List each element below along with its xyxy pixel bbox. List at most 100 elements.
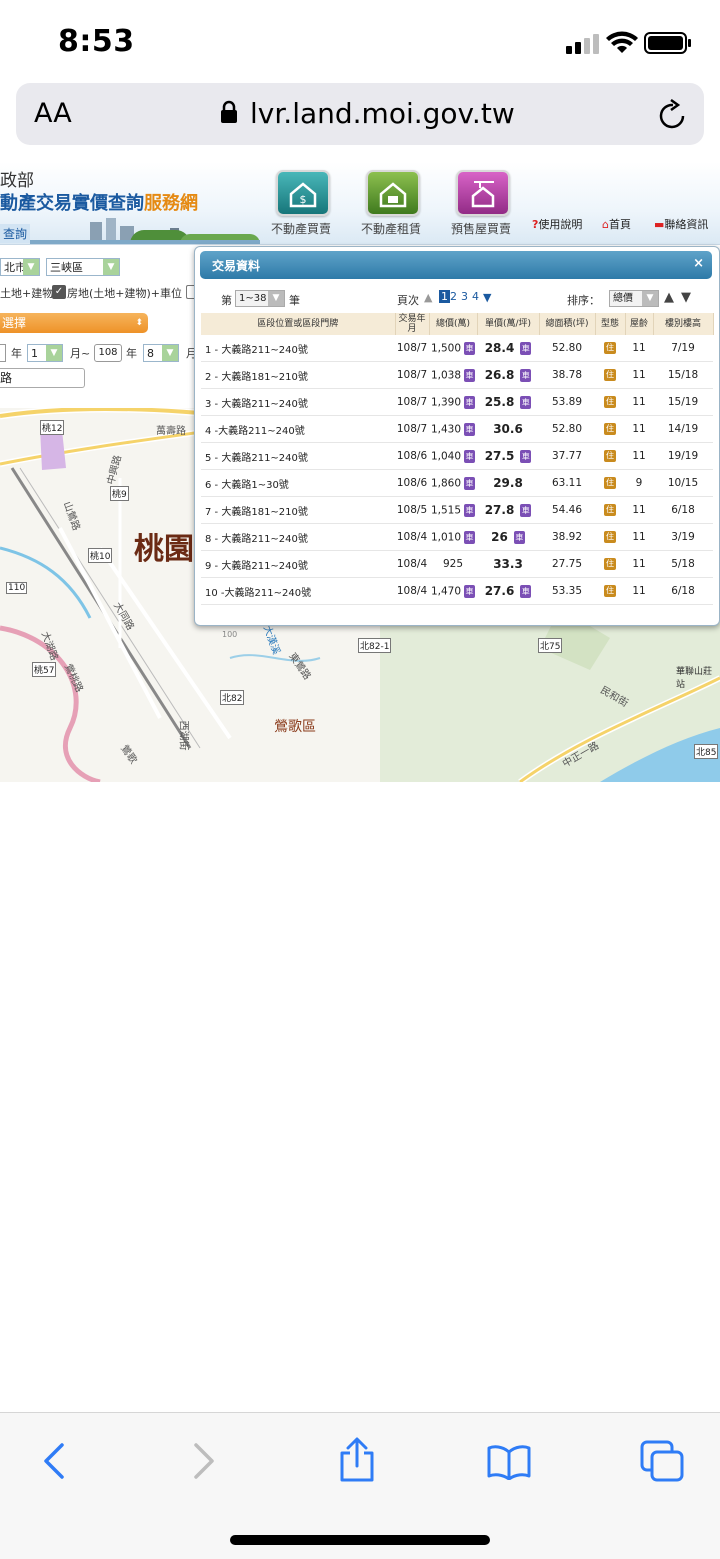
col-header-total[interactable]: 總價(萬) xyxy=(429,313,478,335)
range-select[interactable]: 1~38 ▼ xyxy=(235,290,285,307)
col-header-area[interactable]: 總面積(坪) xyxy=(539,313,596,335)
district-select[interactable]: 三峽區 ▼ xyxy=(46,258,120,276)
page-prev-icon[interactable]: ▲ xyxy=(424,291,432,304)
residential-badge-icon[interactable]: 住 xyxy=(604,450,616,462)
table-row[interactable]: 2 - 大義路181~210號 108/7 1,038 車 26.8 車 38.78 住 11 1… xyxy=(201,361,713,389)
residential-badge-icon[interactable]: 住 xyxy=(604,396,616,408)
forward-arrow-icon[interactable] xyxy=(190,1442,218,1480)
residential-badge-icon[interactable]: 住 xyxy=(604,504,616,516)
reload-icon[interactable] xyxy=(656,99,690,133)
route-label: 北75 xyxy=(538,638,563,653)
parking-badge-icon[interactable]: 車 xyxy=(520,396,532,410)
sort-desc-icon[interactable]: ▼ xyxy=(681,290,691,305)
end-month-select[interactable]: 8 ▼ xyxy=(143,344,179,362)
table-row[interactable]: 4 -大義路211~240號 108/7 1,430 車 30.6 52.80 住 11 14/… xyxy=(201,415,713,443)
text-size-button[interactable]: AA xyxy=(34,98,72,129)
dialog-title-bar[interactable]: 交易資料 × xyxy=(200,251,712,279)
close-icon[interactable]: × xyxy=(693,256,704,271)
month-to-label: 月~ xyxy=(70,347,91,360)
url-text[interactable]: lvr.land.moi.gov.tw xyxy=(250,97,515,130)
address-cell[interactable]: 1 - 大義路211~240號 xyxy=(201,335,395,362)
rent-nav-label[interactable]: 不動產租賃 xyxy=(341,220,441,237)
start-month-select[interactable]: 1 ▼ xyxy=(27,344,63,362)
residential-badge-icon[interactable]: 住 xyxy=(604,369,616,381)
back-arrow-icon[interactable] xyxy=(40,1442,68,1480)
address-cell[interactable]: 6 - 大義路1~30號 xyxy=(201,469,395,497)
page-3[interactable]: 3 xyxy=(461,290,468,303)
sale-nav-label[interactable]: 不動產買賣 xyxy=(251,220,351,237)
page-next-icon[interactable]: ▼ xyxy=(483,291,491,304)
residential-badge-icon[interactable]: 住 xyxy=(604,531,616,543)
orange-select[interactable]: 選擇 ⬍ xyxy=(0,313,148,333)
page-1[interactable]: 1 xyxy=(439,290,450,303)
parking-badge-icon[interactable]: 車 xyxy=(464,476,476,490)
parking-badge-icon[interactable]: 車 xyxy=(464,449,476,463)
table-row[interactable]: 6 - 大義路1~30號 108/6 1,860 車 29.8 63.11 住 9 10/15 xyxy=(201,469,713,497)
parking-badge-icon[interactable]: 車 xyxy=(520,369,532,383)
bookmarks-icon[interactable] xyxy=(486,1444,532,1480)
parking-badge-icon[interactable]: 車 xyxy=(520,342,532,356)
table-row[interactable]: 7 - 大義路181~210號 108/5 1,515 車 27.8 車 54.46 住 11 6… xyxy=(201,496,713,524)
parking-badge-icon[interactable]: 車 xyxy=(464,530,476,544)
table-row[interactable]: 1 - 大義路211~240號 108/7 1,500 車 28.4 車 52.80 住 11 7… xyxy=(201,335,713,362)
end-year-input[interactable]: 108 xyxy=(94,344,122,362)
place-label: 華聯山莊站 xyxy=(676,667,713,690)
page-4[interactable]: 4 xyxy=(472,290,479,303)
rent-nav-icon[interactable] xyxy=(366,170,420,216)
presale-nav-icon[interactable] xyxy=(456,170,510,216)
table-row[interactable]: 8 - 大義路211~240號 108/4 1,010 車 26 車 38.92 住 11 3/1… xyxy=(201,523,713,551)
address-cell[interactable]: 7 - 大義路181~210號 xyxy=(201,496,395,524)
col-header-address[interactable]: 區段位置或區段門牌 xyxy=(201,313,396,335)
table-row[interactable]: 3 - 大義路211~240號 108/7 1,390 車 25.8 車 53.89 住 11 1… xyxy=(201,388,713,416)
parking-badge-icon[interactable]: 車 xyxy=(520,504,532,518)
share-icon[interactable] xyxy=(338,1437,376,1483)
sort-select[interactable]: 總價 ▼ xyxy=(609,290,659,307)
year-label-2: 年 xyxy=(126,347,137,360)
col-header-age[interactable]: 屋齡 xyxy=(625,313,654,335)
address-cell[interactable]: 2 - 大義路181~210號 xyxy=(201,361,395,389)
address-cell[interactable]: 3 - 大義路211~240號 xyxy=(201,388,395,416)
col-header-type[interactable]: 型態 xyxy=(595,313,626,335)
parking-badge-icon[interactable]: 車 xyxy=(520,585,532,599)
address-cell[interactable]: 5 - 大義路211~240號 xyxy=(201,442,395,470)
parking-badge-icon[interactable]: 車 xyxy=(464,503,476,517)
parking-badge-icon[interactable]: 車 xyxy=(464,341,476,355)
home-link[interactable]: ⌂首頁 xyxy=(602,216,631,232)
col-header-unit[interactable]: 單價(萬/坪) xyxy=(477,313,540,335)
presale-nav-label[interactable]: 預售屋買賣 xyxy=(431,220,531,237)
start-year-input[interactable] xyxy=(0,344,6,362)
table-row[interactable]: 9 - 大義路211~240號 108/4 925 33.3 27.75 住 11 5/18 xyxy=(201,550,713,578)
tabs-icon[interactable] xyxy=(640,1440,684,1482)
parking-badge-icon[interactable]: 車 xyxy=(464,395,476,409)
sort-asc-icon[interactable]: ▲ xyxy=(664,290,674,305)
address-cell[interactable]: 9 - 大義路211~240號 xyxy=(201,550,395,578)
table-row[interactable]: 5 - 大義路211~240號 108/6 1,040 車 27.5 車 37.77 住 11 1… xyxy=(201,442,713,470)
parking-badge-icon[interactable]: 車 xyxy=(464,584,476,598)
page-2[interactable]: 2 xyxy=(450,290,457,303)
residential-badge-icon[interactable]: 住 xyxy=(604,585,616,597)
wifi-icon xyxy=(606,31,638,53)
address-cell[interactable]: 10 -大義路211~240號 xyxy=(201,577,395,605)
contact-link[interactable]: ▬聯絡資訊 xyxy=(654,216,708,232)
address-cell[interactable]: 4 -大義路211~240號 xyxy=(201,415,395,443)
sale-nav-icon[interactable]: $ xyxy=(276,170,330,216)
address-text: 大義路211~240號 xyxy=(221,398,308,410)
check-icon[interactable]: ✓ xyxy=(52,285,66,299)
parking-badge-icon[interactable]: 車 xyxy=(464,422,476,436)
col-header-date[interactable]: 交易年月 xyxy=(395,313,430,335)
city-select[interactable]: 北市 ▼ xyxy=(0,258,40,276)
col-header-floor[interactable]: 樓別樓高 xyxy=(653,313,714,335)
road-input[interactable]: 路 xyxy=(0,368,85,388)
residential-badge-icon[interactable]: 住 xyxy=(604,477,616,489)
query-tab[interactable]: 查詢 xyxy=(0,224,31,243)
help-link[interactable]: ?使用說明 xyxy=(532,216,582,232)
site-title[interactable]: 動產交易實價查詢服務網 xyxy=(0,189,198,215)
parking-badge-icon[interactable]: 車 xyxy=(464,368,476,382)
parking-badge-icon[interactable]: 車 xyxy=(513,531,525,545)
parking-badge-icon[interactable]: 車 xyxy=(520,450,532,464)
address-cell[interactable]: 8 - 大義路211~240號 xyxy=(201,523,395,551)
residential-badge-icon[interactable]: 住 xyxy=(604,423,616,435)
residential-badge-icon[interactable]: 住 xyxy=(604,342,616,354)
table-row[interactable]: 10 -大義路211~240號 108/4 1,470 車 27.6 車 53.35 住 11 6… xyxy=(201,577,713,605)
residential-badge-icon[interactable]: 住 xyxy=(604,558,616,570)
